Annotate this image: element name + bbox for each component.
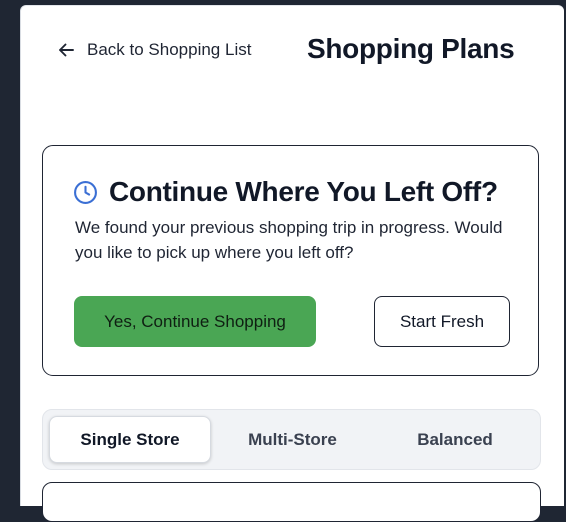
resume-card-title: Continue Where You Left Off? <box>109 176 498 207</box>
tab-multi-store[interactable]: Multi-Store <box>211 416 374 463</box>
back-to-shopping-list-link[interactable]: Back to Shopping List <box>57 40 251 60</box>
app-panel: Back to Shopping List Shopping Plans Con… <box>20 5 564 522</box>
resume-trip-card: Continue Where You Left Off? We found yo… <box>42 145 539 376</box>
tab-balanced[interactable]: Balanced <box>374 416 536 463</box>
plan-mode-tabs: Single Store Multi-Store Balanced <box>42 409 541 470</box>
clock-icon <box>73 180 98 205</box>
page-title: Shopping Plans <box>307 33 515 64</box>
continue-shopping-button[interactable]: Yes, Continue Shopping <box>74 296 316 347</box>
arrow-left-icon <box>57 41 75 59</box>
start-fresh-button[interactable]: Start Fresh <box>374 296 510 347</box>
back-link-label: Back to Shopping List <box>87 40 252 59</box>
tab-single-store[interactable]: Single Store <box>49 416 211 463</box>
resume-card-description: We found your previous shopping trip in … <box>75 218 503 262</box>
plan-card <box>42 482 541 522</box>
resume-card-header: Continue Where You Left Off? <box>73 176 498 208</box>
